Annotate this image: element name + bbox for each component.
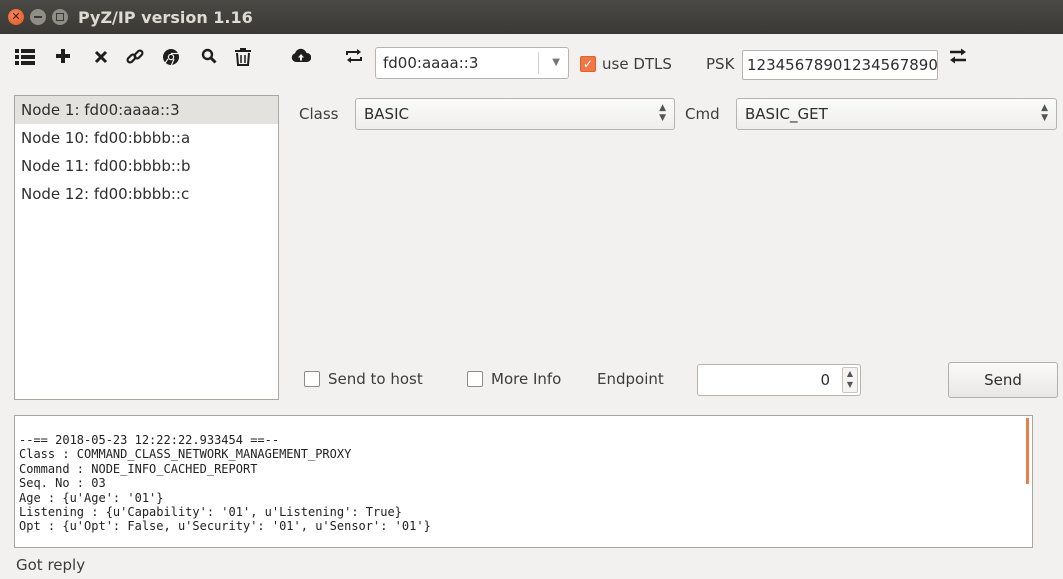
log-line: --== 2018-05-23 12:22:22.933454 ==--: [19, 433, 280, 447]
status-bar-text: Got reply: [16, 556, 86, 574]
updown-arrows-icon: ▲ ▼: [1041, 103, 1048, 123]
updown-arrows-icon: ▲ ▼: [659, 103, 666, 123]
minimize-window-button[interactable]: [30, 9, 46, 25]
class-label: Class: [299, 105, 339, 123]
send-to-host-checkbox[interactable]: [304, 371, 320, 387]
psk-label: PSK: [706, 55, 735, 73]
chrome-icon[interactable]: [160, 48, 182, 70]
psk-input[interactable]: 12345678901234567890: [742, 50, 938, 80]
cmd-select-value: BASIC_GET: [745, 105, 828, 123]
search-icon[interactable]: [198, 48, 220, 70]
node-address-combobox[interactable]: fd00:aaaa::3 ▼: [375, 47, 569, 79]
trash-icon[interactable]: [232, 48, 254, 70]
endpoint-value[interactable]: 0: [820, 371, 830, 389]
node-list-item[interactable]: Node 11: fd00:bbbb::b: [15, 152, 278, 180]
spin-arrows-icon[interactable]: ▲ ▼: [842, 367, 858, 393]
add-icon[interactable]: [52, 48, 74, 70]
send-button[interactable]: Send: [948, 362, 1058, 398]
node-list[interactable]: Node 1: fd00:aaaa::3 Node 10: fd00:bbbb:…: [14, 95, 279, 400]
endpoint-label: Endpoint: [597, 370, 664, 388]
swap-icon[interactable]: [947, 48, 969, 70]
log-line: Class : COMMAND_CLASS_NETWORK_MANAGEMENT…: [19, 447, 352, 462]
remove-icon[interactable]: [90, 48, 112, 70]
window-title: PyZ/IP version 1.16: [78, 8, 253, 27]
list-icon[interactable]: [14, 48, 36, 70]
class-select-value: BASIC: [364, 105, 409, 123]
close-window-button[interactable]: ✕: [8, 9, 24, 25]
maximize-window-button[interactable]: [52, 9, 68, 25]
upload-icon[interactable]: [290, 48, 312, 70]
log-output[interactable]: --== 2018-05-23 12:22:22.933454 ==-- Cla…: [14, 415, 1033, 548]
combo-separator: [538, 52, 539, 74]
dtls-label[interactable]: use DTLS: [602, 55, 672, 73]
log-line: Command : NODE_INFO_CACHED_REPORT: [19, 461, 258, 476]
cmd-label: Cmd: [685, 105, 720, 123]
log-line: Opt : {u'Opt': False, u'Security': '01',…: [19, 519, 431, 534]
log-line: Seq. No : 03: [19, 476, 106, 491]
connect-icon[interactable]: [343, 48, 365, 70]
class-select[interactable]: BASIC ▲ ▼: [355, 98, 675, 130]
log-scrollbar[interactable]: [1026, 418, 1029, 484]
dtls-checkbox[interactable]: ✓: [580, 56, 596, 72]
log-line: Listening : {u'Capability': '01', u'List…: [19, 505, 402, 520]
node-list-item[interactable]: Node 12: fd00:bbbb::c: [15, 180, 278, 208]
send-to-host-label[interactable]: Send to host: [328, 370, 423, 388]
log-line: Age : {u'Age': '01'}: [19, 490, 164, 505]
endpoint-spinbox[interactable]: 0 ▲ ▼: [697, 364, 861, 396]
node-list-item[interactable]: Node 10: fd00:bbbb::a: [15, 124, 278, 152]
link-icon[interactable]: [124, 48, 146, 70]
cmd-select[interactable]: BASIC_GET ▲ ▼: [736, 98, 1057, 130]
more-info-checkbox[interactable]: [467, 371, 483, 387]
node-list-item[interactable]: Node 1: fd00:aaaa::3: [15, 96, 278, 124]
node-address-value[interactable]: fd00:aaaa::3: [383, 54, 478, 72]
title-bar: ✕ PyZ/IP version 1.16: [0, 0, 1063, 34]
chevron-down-icon[interactable]: ▼: [552, 57, 560, 68]
more-info-label[interactable]: More Info: [491, 370, 561, 388]
